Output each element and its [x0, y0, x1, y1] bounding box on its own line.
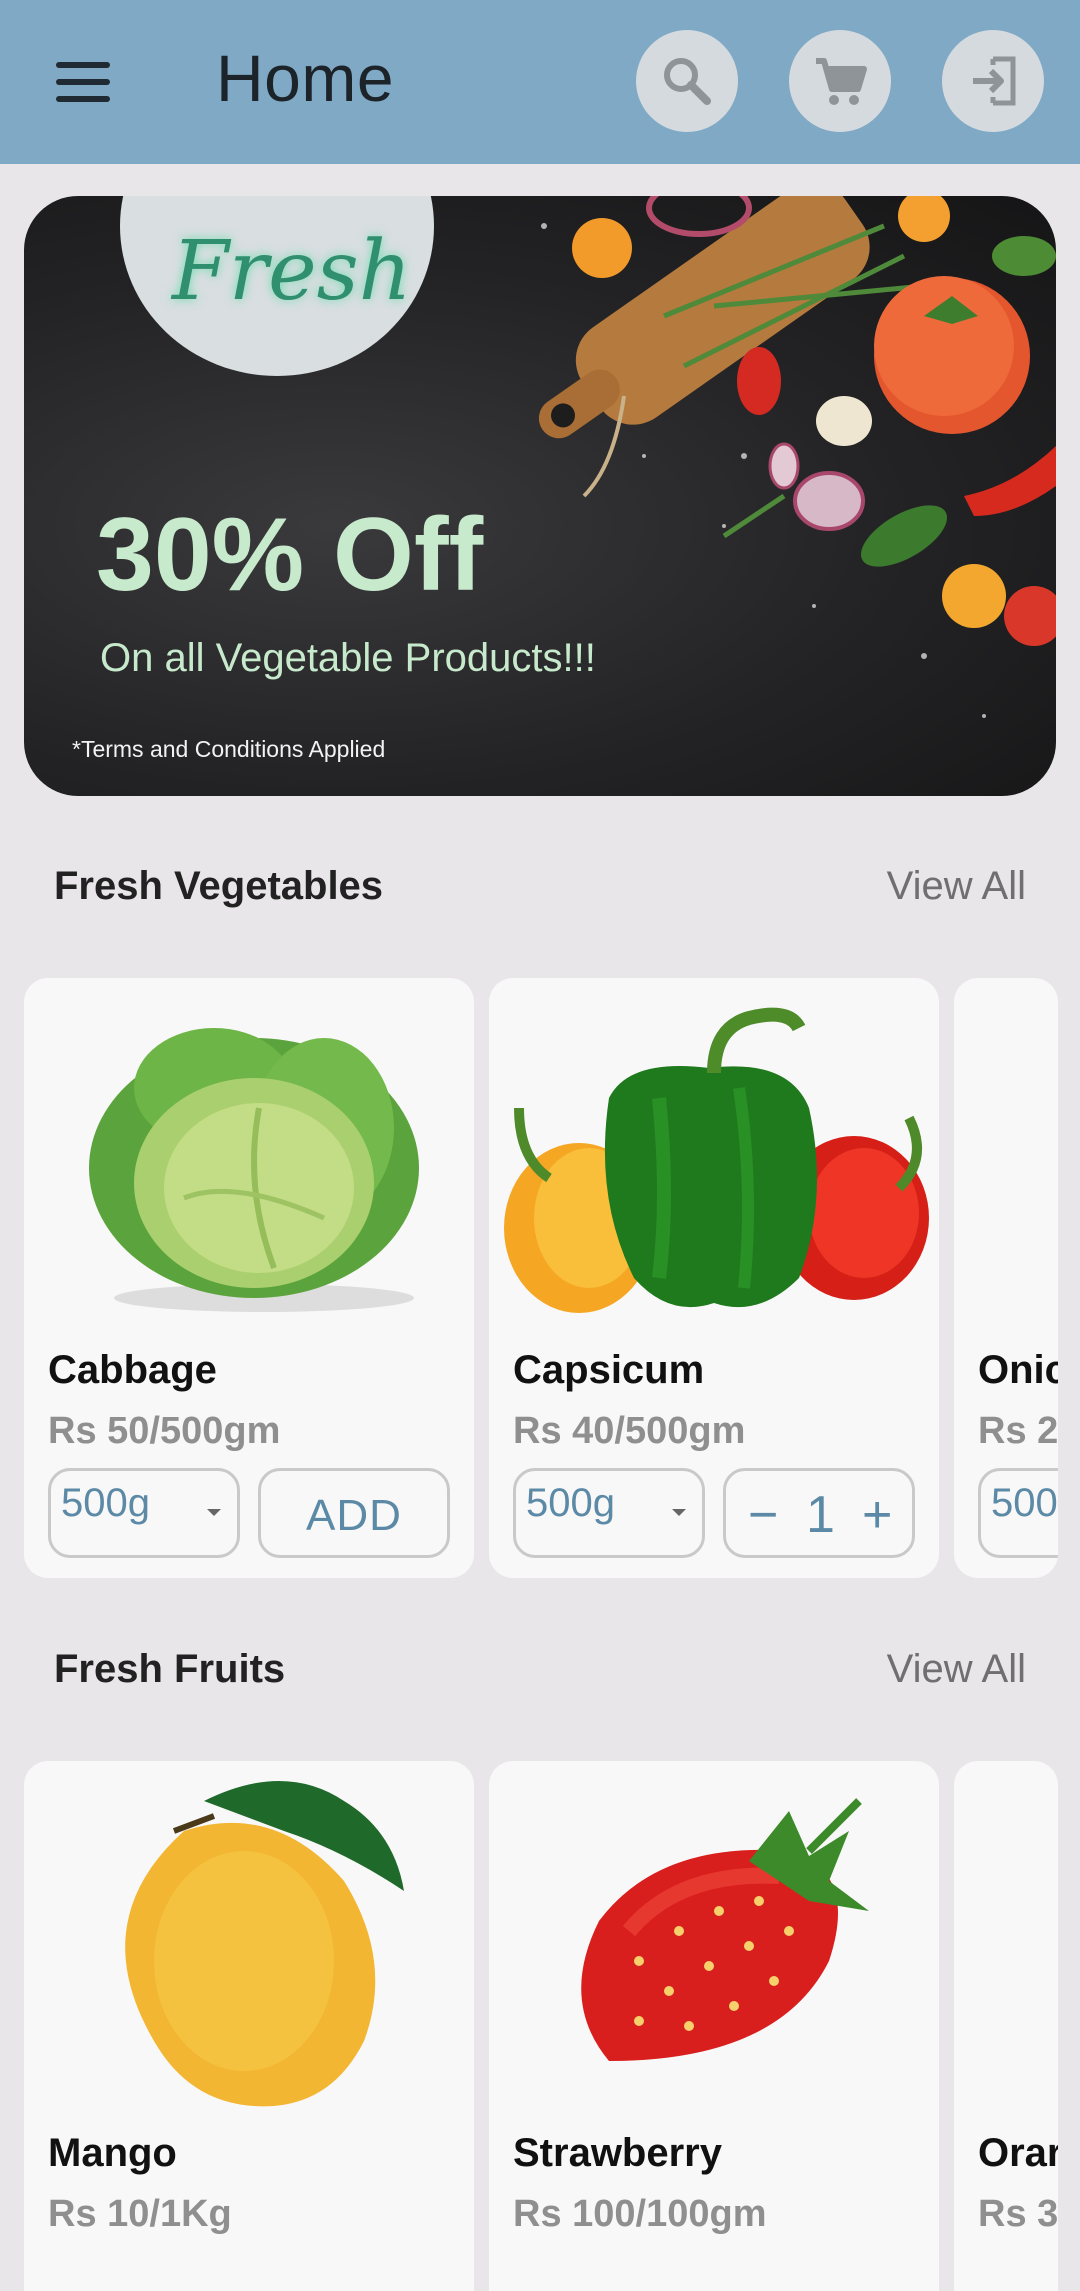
quantity-select-value: 500g: [61, 1481, 150, 1525]
product-price: Rs 100/100gm: [513, 2193, 767, 2235]
section-title-fruits: Fresh Fruits: [54, 1647, 286, 1691]
logout-icon: [973, 56, 1016, 106]
product-name: Orar: [978, 2131, 1058, 2175]
quantity-stepper: − 1 +: [723, 1468, 915, 1558]
product-card-orange[interactable]: Orar Rs 3: [954, 1761, 1058, 2291]
add-button-label: ADD: [306, 1491, 402, 1540]
search-button[interactable]: [636, 30, 738, 132]
product-card-strawberry[interactable]: Strawberry Rs 100/100gm: [489, 1761, 939, 2291]
add-button[interactable]: ADD: [258, 1468, 450, 1558]
menu-icon[interactable]: [50, 52, 118, 112]
increment-button[interactable]: +: [862, 1485, 892, 1545]
quantity-value: 1: [806, 1486, 835, 1544]
quantity-select[interactable]: 500g: [513, 1468, 705, 1558]
product-name: Mango: [48, 2131, 177, 2175]
quantity-select-value: 500g: [526, 1481, 615, 1525]
product-name: Onic: [978, 1348, 1058, 1392]
product-name: Strawberry: [513, 2131, 722, 2175]
search-icon: [664, 58, 711, 105]
cart-icon: [816, 58, 867, 105]
product-price: Rs 40/500gm: [513, 1410, 746, 1452]
offer-title: 30% Off: [96, 497, 484, 613]
product-price: Rs 3: [978, 2193, 1058, 2235]
product-price: Rs 50/500gm: [48, 1410, 281, 1452]
quantity-select-value: 500: [991, 1481, 1058, 1525]
logout-button[interactable]: [942, 30, 1044, 132]
dropdown-arrow-icon: [672, 1509, 686, 1516]
cart-button[interactable]: [789, 30, 891, 132]
product-price: Rs 10/1Kg: [48, 2193, 232, 2235]
mango-image: [125, 1781, 404, 2107]
product-price: Rs 2: [978, 1410, 1058, 1452]
quantity-select[interactable]: 500g: [48, 1468, 240, 1558]
cabbage-image: [89, 1028, 419, 1312]
product-name: Capsicum: [513, 1348, 705, 1392]
capsicum-image: [504, 1007, 929, 1313]
fresh-logo: Fresh: [172, 224, 412, 319]
onion-image: [954, 978, 1058, 1338]
section-title-vegetables: Fresh Vegetables: [54, 864, 384, 908]
page-title: Home: [216, 41, 395, 115]
decrement-button[interactable]: −: [748, 1485, 778, 1545]
terms-note: *Terms and Conditions Applied: [72, 736, 386, 762]
view-all-fruits-link[interactable]: View All: [887, 1647, 1026, 1692]
product-card-capsicum[interactable]: Capsicum Rs 40/500gm 500g − 1 +: [489, 978, 939, 1578]
view-all-vegetables-link[interactable]: View All: [887, 864, 1026, 909]
quantity-select[interactable]: 500: [978, 1468, 1058, 1558]
strawberry-image: [581, 1798, 869, 2061]
product-card-mango[interactable]: Mango Rs 10/1Kg: [24, 1761, 474, 2291]
product-card-onion[interactable]: Onic Rs 2 500: [954, 978, 1058, 1578]
dropdown-arrow-icon: [207, 1509, 221, 1516]
app-bar: Home: [0, 0, 1080, 164]
promo-banner[interactable]: Fresh 30% Off On all Vegetable Products!…: [24, 196, 1056, 796]
product-card-cabbage[interactable]: Cabbage Rs 50/500gm 500g ADD: [24, 978, 474, 1578]
orange-image: [954, 1761, 1058, 2121]
offer-subtitle: On all Vegetable Products!!!: [100, 636, 596, 680]
product-name: Cabbage: [48, 1348, 217, 1392]
